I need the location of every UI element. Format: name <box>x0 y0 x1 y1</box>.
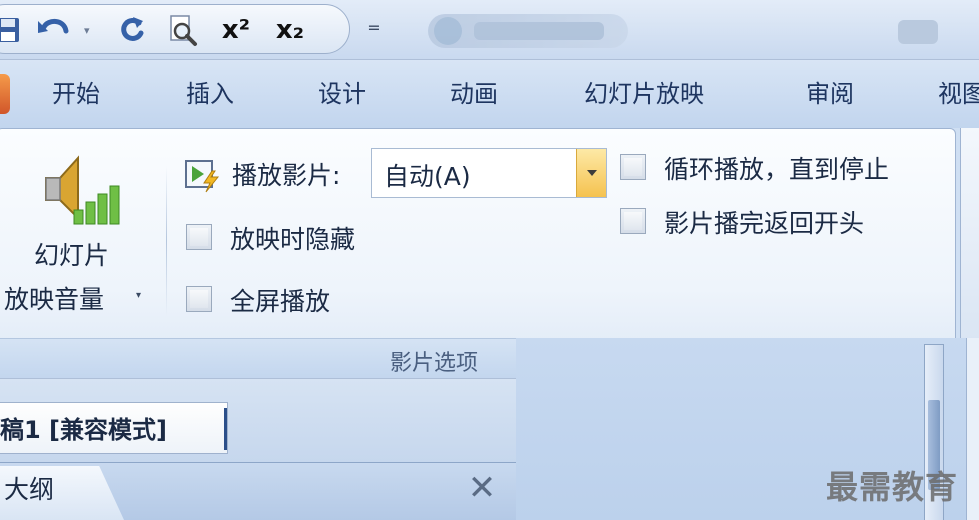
tab-animation[interactable]: 动画 <box>450 76 498 112</box>
speaker-volume-icon <box>45 155 120 225</box>
close-icon[interactable]: ✕ <box>462 468 502 508</box>
tab-review[interactable]: 审阅 <box>806 76 854 112</box>
document-tab-divider <box>224 408 227 450</box>
customize-toolbar-button[interactable]: = <box>362 14 386 44</box>
play-movie-dropdown[interactable]: 自动(A) <box>371 148 607 198</box>
fullscreen-checkbox[interactable] <box>186 286 212 312</box>
print-preview-icon[interactable] <box>160 10 204 50</box>
undo-icon[interactable] <box>32 10 76 50</box>
chevron-down-icon <box>586 170 597 176</box>
minimize-button[interactable] <box>898 20 938 44</box>
outline-tab-label: 大纲 <box>4 475 55 504</box>
tab-slideshow[interactable]: 幻灯片放映 <box>584 76 704 112</box>
title-text-blurred <box>474 22 604 40</box>
dropdown-arrow-button[interactable] <box>576 149 606 197</box>
tab-view[interactable]: 视图 <box>938 76 979 112</box>
tab-insert[interactable]: 插入 <box>186 76 234 112</box>
watermark-text: 最需教育 <box>826 468 959 506</box>
app-icon <box>434 17 462 45</box>
tab-home[interactable]: 开始 <box>52 76 100 112</box>
loop-until-stopped-checkbox[interactable] <box>620 154 646 180</box>
hide-during-show-label: 放映时隐藏 <box>230 225 356 254</box>
hide-during-show-checkbox[interactable] <box>186 224 212 250</box>
superscript-icon[interactable]: x² <box>214 10 258 50</box>
save-icon[interactable] <box>0 10 30 50</box>
ribbon-tab-bar: 开始 插入 设计 动画 幻灯片放映 审阅 视图 <box>0 60 979 128</box>
window-title-blurred <box>428 14 628 48</box>
office-button[interactable] <box>0 74 10 114</box>
play-movie-label: 播放影片: <box>232 161 341 190</box>
group-label-movie-options: 影片选项 <box>390 351 479 376</box>
tab-design[interactable]: 设计 <box>318 76 366 112</box>
document-tab-label: 稿1 [兼容模式] <box>0 416 167 444</box>
chevron-down-icon[interactable]: ▾ <box>136 290 141 301</box>
undo-dropdown-icon[interactable]: ▾ <box>84 24 90 37</box>
quick-access-toolbar: ▾ x² x₂ = <box>0 0 979 60</box>
rewind-after-play-label: 影片播完返回开头 <box>664 209 865 238</box>
fullscreen-label: 全屏播放 <box>230 287 331 316</box>
play-movie-value: 自动(A) <box>384 162 471 191</box>
rewind-after-play-checkbox[interactable] <box>620 208 646 234</box>
volume-label-line1: 幻灯片 <box>34 241 110 270</box>
loop-until-stopped-label: 循环播放，直到停止 <box>664 155 890 184</box>
play-movie-icon <box>185 160 220 193</box>
group-separator <box>166 166 167 316</box>
right-panel-edge <box>966 338 979 520</box>
subscript-icon[interactable]: x₂ <box>268 10 312 50</box>
volume-label-line2: 放映音量 <box>4 285 105 314</box>
redo-icon[interactable] <box>110 10 154 50</box>
